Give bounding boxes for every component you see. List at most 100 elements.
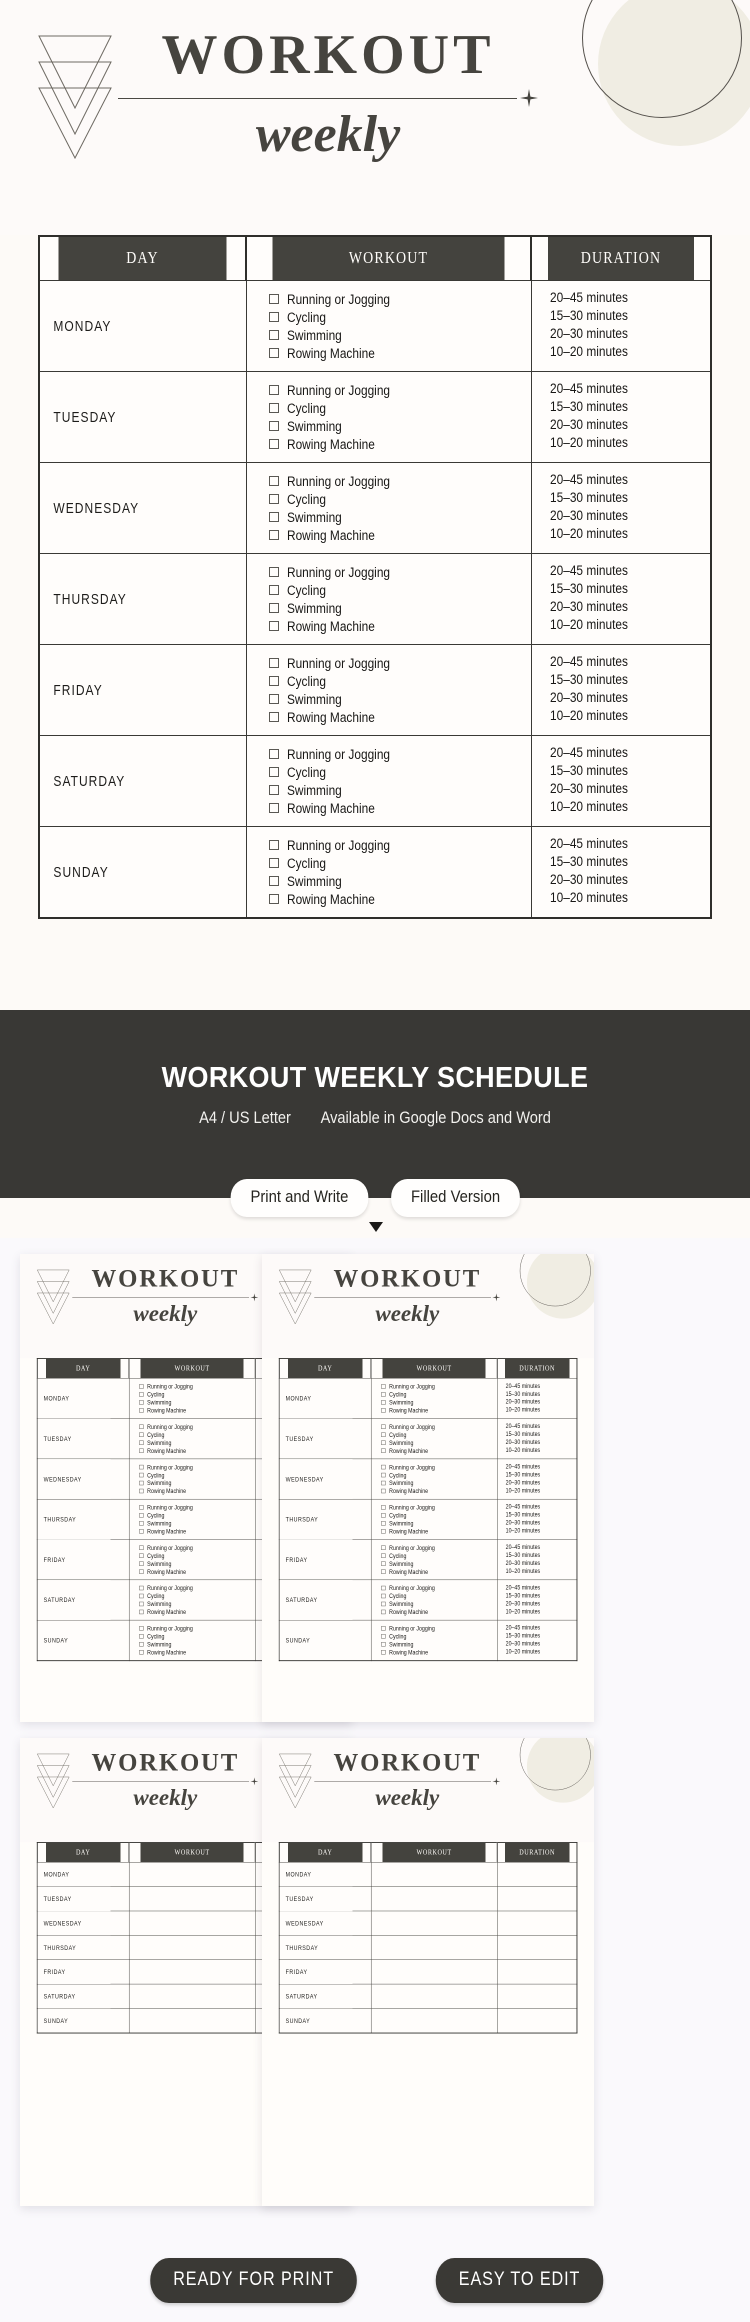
workout-checkbox-row[interactable]: Cycling [138,1431,255,1439]
workout-checkbox-row[interactable]: Swimming [380,1519,497,1527]
checkbox-icon[interactable] [380,1609,386,1615]
workout-checkbox-row[interactable]: Rowing Machine [380,1447,497,1455]
checkbox-icon[interactable] [138,1424,144,1429]
checkbox-icon[interactable] [138,1440,144,1445]
workout-checkbox-row[interactable]: Rowing Machine [138,1447,255,1455]
checkbox-icon[interactable] [380,1392,386,1397]
checkbox-icon[interactable] [268,585,279,595]
checkbox-icon[interactable] [268,403,279,413]
empty-line[interactable] [381,1866,497,1874]
workout-checkbox-row[interactable]: Cycling [268,854,531,872]
workout-checkbox-row[interactable]: Running or Jogging [138,1463,255,1471]
empty-line[interactable] [381,1940,497,1948]
empty-line[interactable] [505,1972,568,1980]
checkbox-icon[interactable] [380,1440,386,1445]
workout-checkbox-row[interactable]: Swimming [380,1479,497,1487]
workout-checkbox-row[interactable]: Swimming [268,599,531,617]
checkbox-icon[interactable] [138,1400,144,1405]
workout-checkbox-row[interactable]: Cycling [380,1511,497,1519]
tab-print-and-write[interactable]: Print and Write [230,1179,369,1217]
workout-checkbox-row[interactable]: Cycling [380,1632,497,1640]
workout-checkbox-row[interactable]: Swimming [380,1600,497,1608]
workout-checkbox-row[interactable]: Running or Jogging [268,654,531,672]
checkbox-icon[interactable] [138,1505,144,1510]
checkbox-icon[interactable] [268,294,279,304]
empty-line[interactable] [139,1964,255,1972]
checkbox-icon[interactable] [268,421,279,431]
workout-checkbox-row[interactable]: Rowing Machine [138,1648,255,1656]
checkbox-icon[interactable] [138,1513,144,1518]
checkbox-icon[interactable] [138,1529,144,1534]
checkbox-icon[interactable] [380,1601,386,1607]
checkbox-icon[interactable] [268,749,279,759]
empty-line[interactable] [381,2013,497,2021]
checkbox-icon[interactable] [138,1408,144,1413]
checkbox-icon[interactable] [138,1593,144,1599]
empty-line[interactable] [381,1948,497,1956]
checkbox-icon[interactable] [268,312,279,322]
empty-line[interactable] [505,1996,568,2004]
workout-checkbox-row[interactable]: Rowing Machine [380,1406,497,1414]
empty-line[interactable] [381,1899,497,1907]
workout-checkbox-row[interactable]: Swimming [138,1560,255,1568]
empty-line[interactable] [505,2021,568,2029]
empty-line[interactable] [505,1866,568,1874]
checkbox-icon[interactable] [268,840,279,850]
workout-checkbox-row[interactable]: Running or Jogging [138,1423,255,1431]
checkbox-icon[interactable] [268,330,279,340]
checkbox-icon[interactable] [380,1561,386,1566]
workout-checkbox-row[interactable]: Running or Jogging [268,290,531,308]
workout-checkbox-row[interactable]: Running or Jogging [268,563,531,581]
workout-checkbox-row[interactable]: Swimming [268,417,531,435]
empty-line[interactable] [505,1874,568,1882]
checkbox-icon[interactable] [138,1488,144,1494]
workout-checkbox-row[interactable]: Swimming [138,1640,255,1648]
workout-checkbox-row[interactable]: Rowing Machine [380,1487,497,1495]
workout-checkbox-row[interactable]: Rowing Machine [268,526,531,544]
checkbox-icon[interactable] [138,1609,144,1615]
checkbox-icon[interactable] [268,694,279,704]
workout-checkbox-row[interactable]: Cycling [138,1511,255,1519]
checkbox-icon[interactable] [268,676,279,686]
checkbox-icon[interactable] [380,1513,386,1518]
workout-checkbox-row[interactable]: Cycling [268,399,531,417]
workout-checkbox-row[interactable]: Running or Jogging [268,381,531,399]
checkbox-icon[interactable] [380,1569,386,1574]
checkbox-icon[interactable] [138,1392,144,1397]
checkbox-icon[interactable] [380,1634,386,1639]
empty-line[interactable] [381,1874,497,1882]
workout-checkbox-row[interactable]: Cycling [138,1471,255,1479]
empty-line[interactable] [139,2013,255,2021]
checkbox-icon[interactable] [380,1529,386,1534]
checkbox-icon[interactable] [268,494,279,504]
workout-checkbox-row[interactable]: Swimming [380,1439,497,1447]
checkbox-icon[interactable] [138,1642,144,1647]
workout-checkbox-row[interactable]: Swimming [268,872,531,890]
workout-checkbox-row[interactable]: Running or Jogging [380,1463,497,1471]
empty-line[interactable] [381,1996,497,2004]
checkbox-icon[interactable] [268,621,279,631]
workout-checkbox-row[interactable]: Running or Jogging [380,1624,497,1632]
checkbox-icon[interactable] [380,1545,386,1550]
workout-checkbox-row[interactable]: Cycling [268,490,531,508]
workout-checkbox-row[interactable]: Swimming [138,1600,255,1608]
checkbox-icon[interactable] [138,1634,144,1639]
empty-line[interactable] [139,1988,255,1996]
workout-checkbox-row[interactable]: Rowing Machine [138,1568,255,1576]
empty-line[interactable] [139,1891,255,1899]
workout-checkbox-row[interactable]: Rowing Machine [138,1406,255,1414]
workout-checkbox-row[interactable]: Running or Jogging [138,1382,255,1390]
checkbox-icon[interactable] [380,1432,386,1437]
empty-line[interactable] [381,1891,497,1899]
checkbox-icon[interactable] [380,1650,386,1655]
checkbox-icon[interactable] [268,567,279,577]
workout-checkbox-row[interactable]: Cycling [138,1552,255,1560]
empty-line[interactable] [505,2013,568,2021]
workout-checkbox-row[interactable]: Cycling [268,672,531,690]
checkbox-icon[interactable] [380,1464,386,1470]
workout-checkbox-row[interactable]: Swimming [380,1640,497,1648]
workout-checkbox-row[interactable]: Swimming [268,781,531,799]
workout-checkbox-row[interactable]: Cycling [380,1592,497,1600]
workout-checkbox-row[interactable]: Rowing Machine [380,1648,497,1656]
workout-checkbox-row[interactable]: Rowing Machine [268,890,531,908]
